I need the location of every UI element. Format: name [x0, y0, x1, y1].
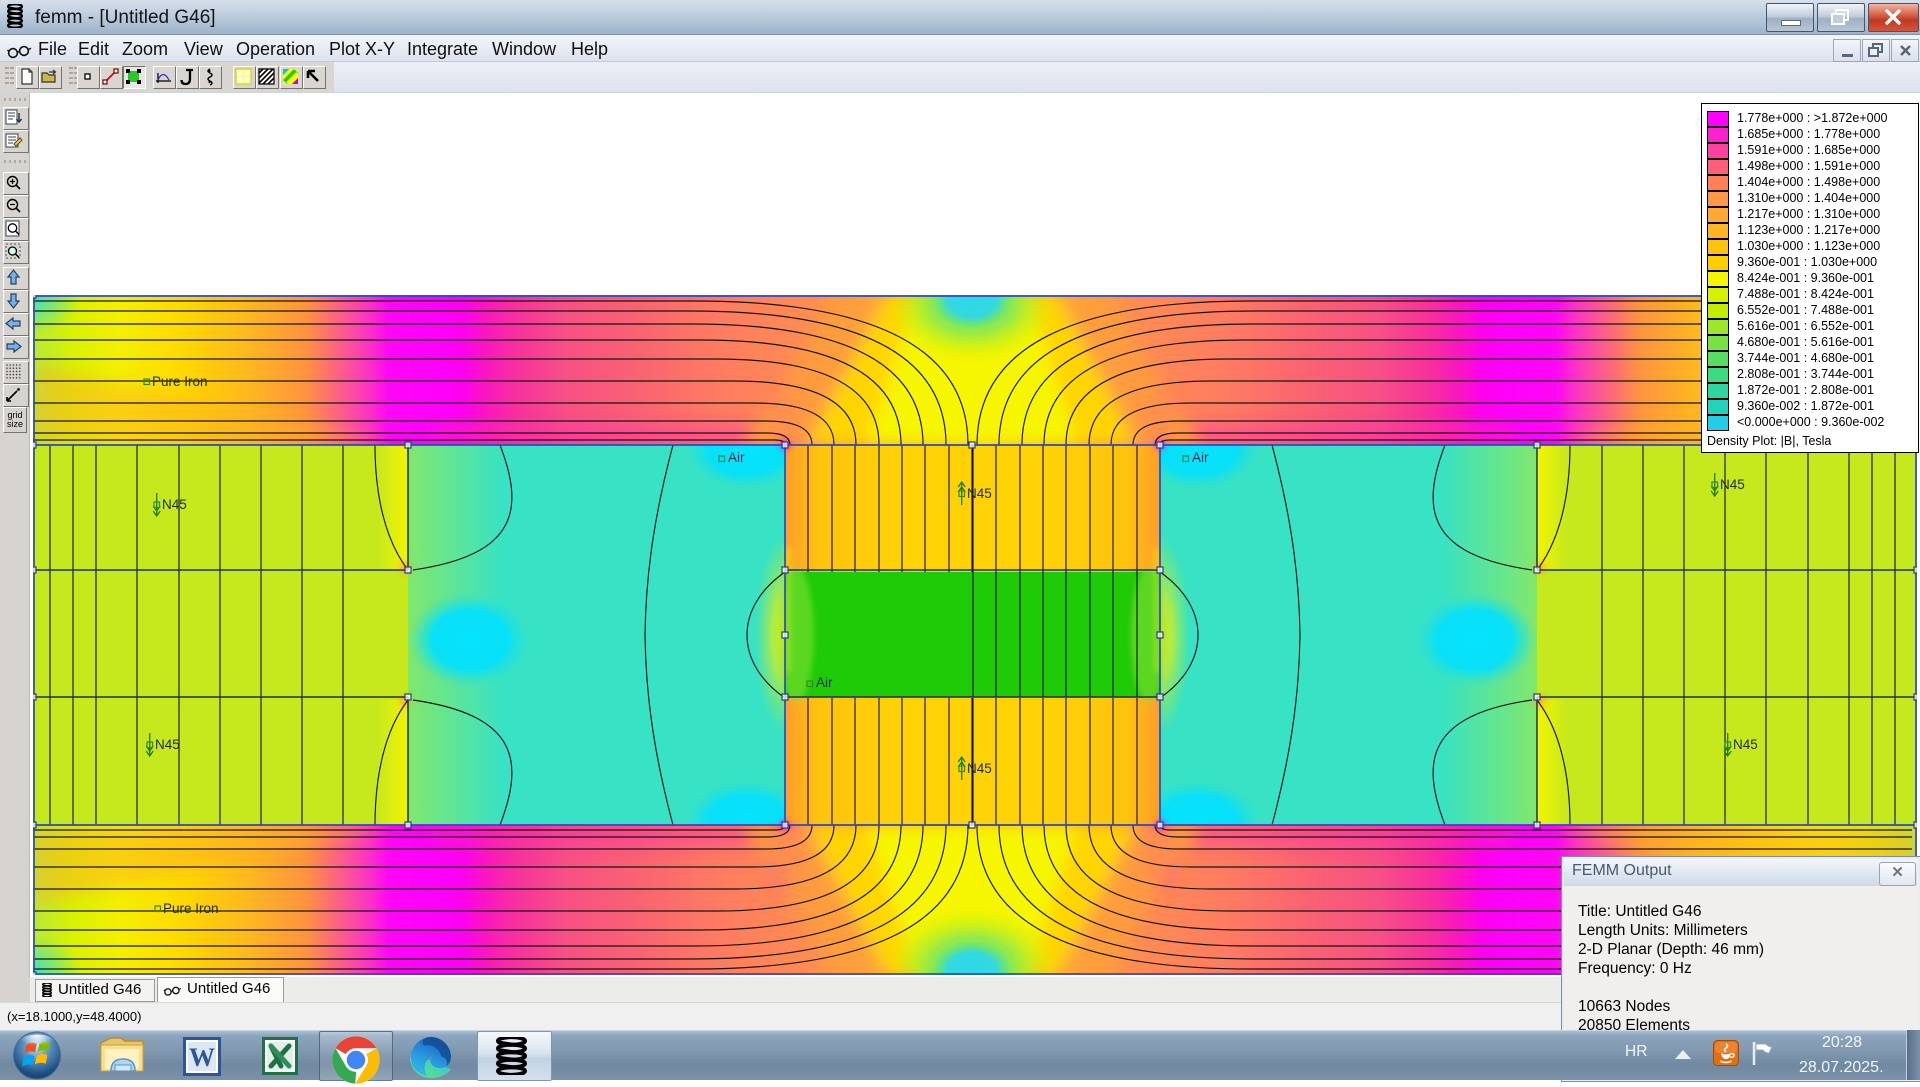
svg-text:N45: N45	[967, 486, 992, 501]
svg-text:Air: Air	[1192, 450, 1209, 465]
svg-text:Pure Iron: Pure Iron	[152, 374, 208, 389]
svg-text:W: W	[189, 1043, 215, 1072]
svg-text:N45: N45	[155, 737, 180, 752]
svg-text:Air: Air	[728, 450, 745, 465]
svg-text:N45: N45	[967, 761, 992, 776]
svg-text:N45: N45	[162, 497, 187, 512]
svg-text:N45: N45	[1733, 737, 1758, 752]
svg-text:N45: N45	[1720, 477, 1745, 492]
svg-text:Air: Air	[816, 675, 833, 690]
svg-text:Pure Iron: Pure Iron	[163, 901, 219, 916]
